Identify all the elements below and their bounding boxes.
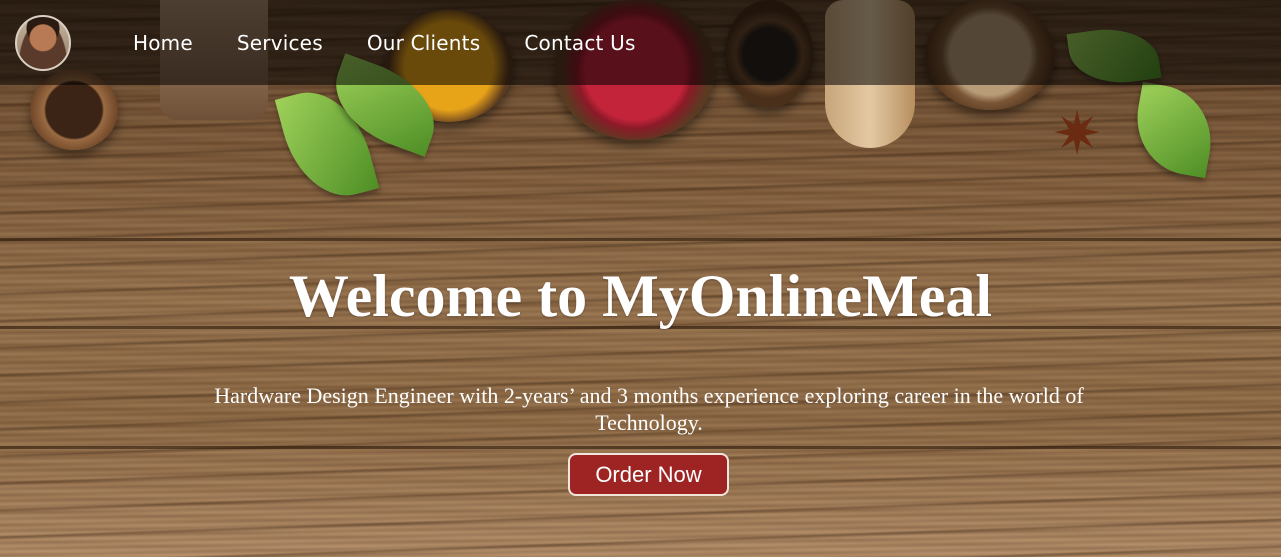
star-anise-decoration: ✷ bbox=[1052, 101, 1103, 167]
hero-title: Welcome to MyOnlineMeal bbox=[288, 263, 993, 329]
nav-link-home[interactable]: Home bbox=[133, 31, 193, 55]
nav-menu: Home Services Our Clients Contact Us bbox=[133, 31, 680, 55]
hero-subtitle: Hardware Design Engineer with 2-years’ a… bbox=[214, 383, 1084, 435]
wood-plank-seam bbox=[0, 446, 1281, 449]
nav-link-our-clients[interactable]: Our Clients bbox=[367, 31, 481, 55]
avatar[interactable] bbox=[15, 14, 71, 71]
top-navbar: Home Services Our Clients Contact Us bbox=[0, 0, 1281, 85]
nav-link-services[interactable]: Services bbox=[237, 31, 323, 55]
nav-link-contact-us[interactable]: Contact Us bbox=[524, 31, 635, 55]
wood-plank-seam bbox=[0, 238, 1281, 241]
order-now-button[interactable]: Order Now bbox=[568, 453, 729, 496]
